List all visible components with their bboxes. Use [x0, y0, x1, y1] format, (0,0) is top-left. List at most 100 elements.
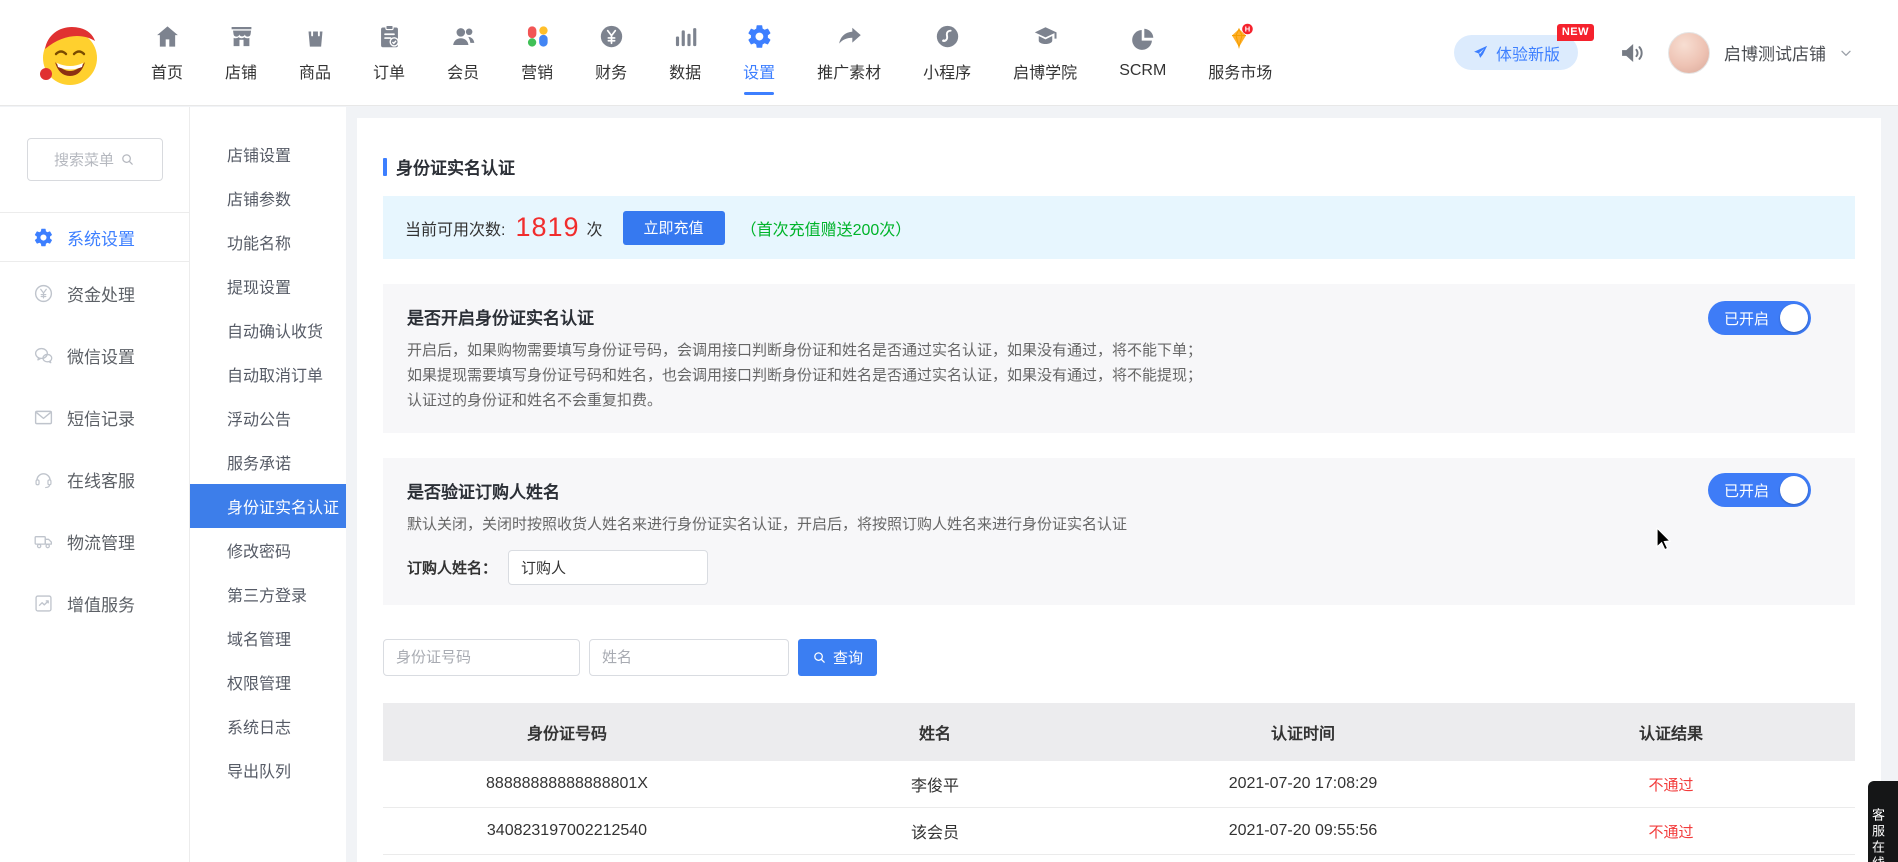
column-header-result: 认证结果 [1487, 703, 1855, 761]
submenu-item-auto-confirm[interactable]: 自动确认收货 [190, 308, 346, 352]
settings-submenu: 店铺设置 店铺参数 功能名称 提现设置 自动确认收货 自动取消订单 浮动公告 服… [190, 107, 346, 862]
sidebar-item-label: 增值服务 [67, 591, 135, 616]
nav-item-service-market[interactable]: H 服务市场 [1187, 0, 1293, 105]
submenu-item-shop-settings[interactable]: 店铺设置 [190, 132, 346, 176]
submenu-item-export-queue[interactable]: 导出队列 [190, 748, 346, 792]
sidebar-item-value-added[interactable]: 增值服务 [0, 572, 189, 634]
finance-yen-icon [598, 23, 625, 50]
table-header-row: 身份证号码 姓名 认证时间 认证结果 [383, 703, 1855, 761]
nav-item-label: 财务 [595, 59, 627, 83]
submenu-item-feature-names[interactable]: 功能名称 [190, 220, 346, 264]
try-new-version-label: 体验新版 [1496, 41, 1560, 65]
nav-item-data[interactable]: 数据 [648, 0, 722, 105]
column-header-name: 姓名 [751, 703, 1119, 761]
submenu-item-service-promise[interactable]: 服务承诺 [190, 440, 346, 484]
sidebar-item-system-settings[interactable]: 系统设置 [0, 213, 189, 262]
submenu-item-id-verification-active[interactable]: 身份证实名认证 [190, 484, 346, 528]
submenu-item-system-logs[interactable]: 系统日志 [190, 704, 346, 748]
user-avatar[interactable] [1668, 32, 1710, 74]
store-name[interactable]: 启博测试店铺 [1724, 40, 1826, 65]
section-title: 是否验证订购人姓名 [407, 478, 1829, 503]
nav-item-home[interactable]: 首页 [130, 0, 204, 105]
sidebar-item-label: 资金处理 [67, 281, 135, 306]
sidebar-item-label: 系统设置 [67, 225, 135, 250]
nav-item-label: 设置 [743, 59, 775, 83]
cell-result-fail: 不通过 [1487, 761, 1855, 807]
topnav-right-group: 体验新版 NEW 启博测试店铺 [1454, 32, 1898, 74]
gear-icon [746, 23, 773, 50]
toggle-knob [1780, 304, 1808, 332]
submenu-item-auto-cancel[interactable]: 自动取消订单 [190, 352, 346, 396]
section-enable-id-verification: 是否开启身份证实名认证 开启后，如果购物需要填写身份证号码，会调用接口判断身份证… [383, 284, 1855, 433]
nav-item-marketing[interactable]: 营销 [500, 0, 574, 105]
try-new-version-button[interactable]: 体验新版 NEW [1454, 35, 1578, 70]
nav-item-label: 推广素材 [817, 59, 881, 83]
nav-item-label: 服务市场 [1208, 59, 1272, 83]
section-desc-line: 如果提现需要填写身份证号码和姓名，也会调用接口判断身份证和姓名是否通过实名认证，… [407, 363, 1829, 388]
search-icon [120, 152, 135, 167]
nav-item-academy[interactable]: 启博学院 [992, 0, 1098, 105]
orderer-name-input[interactable] [508, 550, 708, 585]
sidebar-item-online-service[interactable]: 在线客服 [0, 448, 189, 510]
submenu-item-domain-management[interactable]: 域名管理 [190, 616, 346, 660]
wechat-icon [33, 345, 54, 366]
nav-item-miniprogram[interactable]: 小程序 [902, 0, 992, 105]
content-card: 身份证实名认证 当前可用次数: 1819 次 立即充值 （首次充值赠送200次）… [357, 118, 1881, 862]
title-accent-bar [383, 158, 387, 176]
recharge-button[interactable]: 立即充值 [623, 211, 725, 245]
sidebar-item-funds[interactable]: 资金处理 [0, 262, 189, 324]
submenu-item-permission-management[interactable]: 权限管理 [190, 660, 346, 704]
nav-item-finance[interactable]: 财务 [574, 0, 648, 105]
headset-icon [33, 469, 54, 490]
nav-item-goods[interactable]: 商品 [278, 0, 352, 105]
submenu-item-withdraw-settings[interactable]: 提现设置 [190, 264, 346, 308]
table-row: 340823197002212540 该会员 2021-07-20 09:55:… [383, 808, 1855, 855]
sidebar-item-label: 物流管理 [67, 529, 135, 554]
nav-item-orders[interactable]: 订单 [352, 0, 426, 105]
section-desc-line: 默认关闭，关闭时按照收货人姓名来进行身份证实名认证，开启后，将按照订购人姓名来进… [407, 512, 1829, 537]
orderer-name-toggle-on[interactable]: 已开启 [1708, 473, 1811, 507]
nav-item-promo-material[interactable]: 推广素材 [796, 0, 902, 105]
sidebar-item-label: 短信记录 [67, 405, 135, 430]
sidebar-item-label: 在线客服 [67, 467, 135, 492]
rocket-icon [1472, 44, 1489, 61]
section-title: 是否开启身份证实名认证 [407, 304, 1829, 329]
id-number-search-input[interactable] [383, 639, 580, 676]
toggle-label: 已开启 [1724, 480, 1769, 501]
nav-item-settings[interactable]: 设置 [722, 0, 796, 105]
nav-item-store[interactable]: 店铺 [204, 0, 278, 105]
cell-name: 李俊平 [751, 761, 1119, 807]
cell-result-fail: 不通过 [1487, 808, 1855, 854]
trend-chart-icon [33, 593, 54, 614]
name-search-input[interactable] [589, 639, 789, 676]
submenu-item-floating-notice[interactable]: 浮动公告 [190, 396, 346, 440]
cell-time: 2021-07-20 09:55:56 [1119, 808, 1487, 854]
cell-id-number: 88888888888888801X [383, 761, 751, 807]
nav-item-label: 会员 [447, 59, 479, 83]
order-clipboard-icon [376, 23, 403, 50]
sidebar-item-wechat[interactable]: 微信设置 [0, 324, 189, 386]
announcement-speaker-icon[interactable] [1618, 39, 1646, 67]
nav-item-label: SCRM [1119, 62, 1166, 80]
customer-service-tab[interactable]: 客服在线 [1868, 781, 1898, 862]
chevron-down-icon[interactable] [1838, 45, 1854, 61]
sidebar-item-logistics[interactable]: 物流管理 [0, 510, 189, 572]
nav-item-scrm[interactable]: SCRM [1098, 0, 1187, 105]
id-verification-toggle-on[interactable]: 已开启 [1708, 301, 1811, 335]
quota-label: 当前可用次数: [405, 216, 505, 240]
submenu-item-third-party-login[interactable]: 第三方登录 [190, 572, 346, 616]
table-row: 88888888888888801X 李俊平 2021-07-20 17:08:… [383, 761, 1855, 808]
query-button[interactable]: 查询 [798, 639, 877, 676]
nav-item-members[interactable]: 会员 [426, 0, 500, 105]
main-content: 身份证实名认证 当前可用次数: 1819 次 立即充值 （首次充值赠送200次）… [346, 107, 1898, 862]
miniprogram-icon [934, 23, 961, 50]
app-logo-icon[interactable] [36, 16, 102, 90]
submenu-item-change-password[interactable]: 修改密码 [190, 528, 346, 572]
page-title: 身份证实名认证 [383, 154, 1855, 179]
menu-search-input[interactable]: 搜索菜单 [27, 138, 163, 181]
nav-item-label: 店铺 [225, 59, 257, 83]
sidebar-item-sms[interactable]: 短信记录 [0, 386, 189, 448]
nav-item-label: 营销 [521, 59, 553, 83]
quota-unit: 次 [587, 216, 603, 240]
submenu-item-shop-params[interactable]: 店铺参数 [190, 176, 346, 220]
